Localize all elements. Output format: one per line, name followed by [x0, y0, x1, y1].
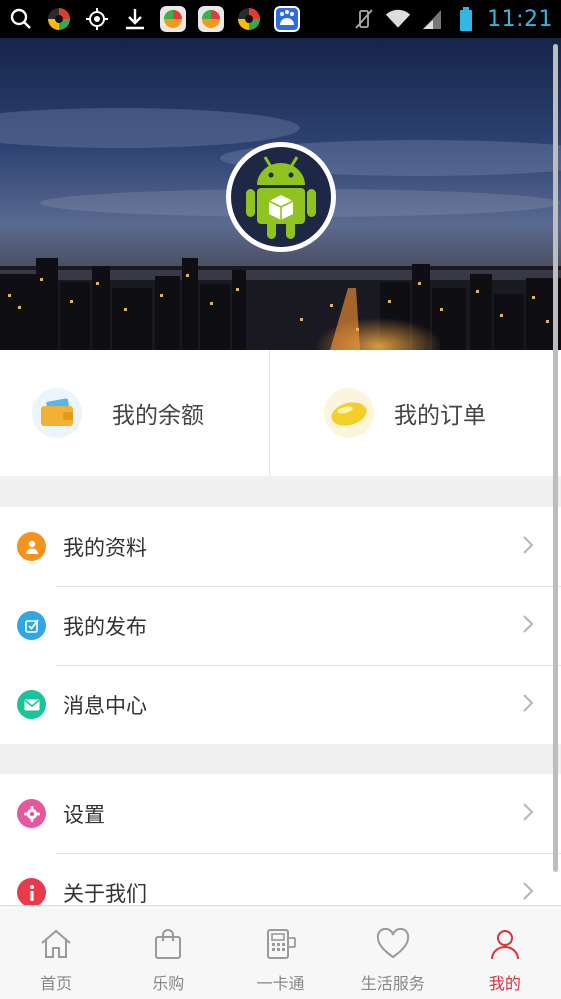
- heart-icon: [376, 927, 410, 964]
- baidu-icon: [274, 6, 300, 32]
- scrollbar[interactable]: [553, 44, 558, 872]
- my-orders-label: 我的订单: [394, 403, 486, 429]
- menu-item-message-center[interactable]: 消息中心: [0, 665, 561, 744]
- app-icon: [160, 6, 186, 32]
- chevron-right-icon: [523, 693, 534, 716]
- tab-label: 乐购: [152, 974, 185, 993]
- mail-icon: [17, 690, 46, 719]
- wallet-icon: [32, 388, 82, 438]
- tab-label: 一卡通: [256, 974, 305, 993]
- screen: 11:21 我的余额 我的订单 我的资料 我的发布 消息中心 设置 关于我们 首…: [0, 0, 561, 999]
- wifi-icon: [385, 6, 411, 32]
- search-icon: [8, 6, 34, 32]
- my-orders-button[interactable]: 我的订单: [269, 350, 561, 476]
- chevron-right-icon: [523, 881, 534, 904]
- signal-icon: [419, 6, 445, 32]
- settings-icon: [17, 799, 46, 828]
- chevron-right-icon: [523, 535, 534, 558]
- menu-item-label: 我的资料: [63, 535, 147, 560]
- tab-shopping[interactable]: 乐购: [112, 906, 224, 999]
- menu-item-my-posts[interactable]: 我的发布: [0, 586, 561, 665]
- tab-home[interactable]: 首页: [0, 906, 112, 999]
- order-icon: [324, 388, 374, 438]
- chevron-right-icon: [523, 802, 534, 825]
- my-balance-button[interactable]: 我的余额: [0, 350, 269, 476]
- menu-item-my-profile[interactable]: 我的资料: [0, 507, 561, 586]
- app-icon: [236, 6, 262, 32]
- status-bar: 11:21: [0, 0, 561, 38]
- publish-icon: [17, 611, 46, 640]
- person-outline-icon: [489, 928, 521, 964]
- quick-actions: 我的余额 我的订单: [0, 350, 561, 476]
- menu-item-label: 消息中心: [63, 693, 147, 718]
- home-icon: [39, 928, 73, 964]
- tab-life-services[interactable]: 生活服务: [337, 906, 449, 999]
- tab-card[interactable]: 一卡通: [224, 906, 336, 999]
- menu-item-label: 我的发布: [63, 614, 147, 639]
- bottom-tab-bar: 首页 乐购 一卡通 生活服务 我的: [0, 905, 561, 999]
- menu-item-label: 设置: [63, 802, 105, 827]
- chevron-right-icon: [523, 614, 534, 637]
- android-avatar-icon: [231, 147, 331, 247]
- app-icon: [198, 6, 224, 32]
- card-reader-icon: [265, 928, 297, 964]
- menu-item-label: 关于我们: [63, 881, 147, 906]
- location-icon: [84, 6, 110, 32]
- download-icon: [122, 6, 148, 32]
- tab-label: 首页: [40, 974, 73, 993]
- info-icon: [17, 878, 46, 907]
- vibrate-icon: [351, 6, 377, 32]
- menu-group-account: 我的资料 我的发布 消息中心: [0, 507, 561, 744]
- app-icon: [46, 6, 72, 32]
- shopping-bag-icon: [153, 928, 183, 964]
- tab-label: 生活服务: [360, 974, 425, 993]
- battery-icon: [453, 6, 479, 32]
- tab-mine[interactable]: 我的: [449, 906, 561, 999]
- my-balance-label: 我的余额: [112, 403, 204, 429]
- profile-banner: [0, 38, 561, 350]
- avatar[interactable]: [226, 142, 336, 252]
- tab-label: 我的: [488, 974, 521, 993]
- menu-item-settings[interactable]: 设置: [0, 774, 561, 853]
- clock: 11:21: [487, 6, 553, 32]
- person-icon: [17, 532, 46, 561]
